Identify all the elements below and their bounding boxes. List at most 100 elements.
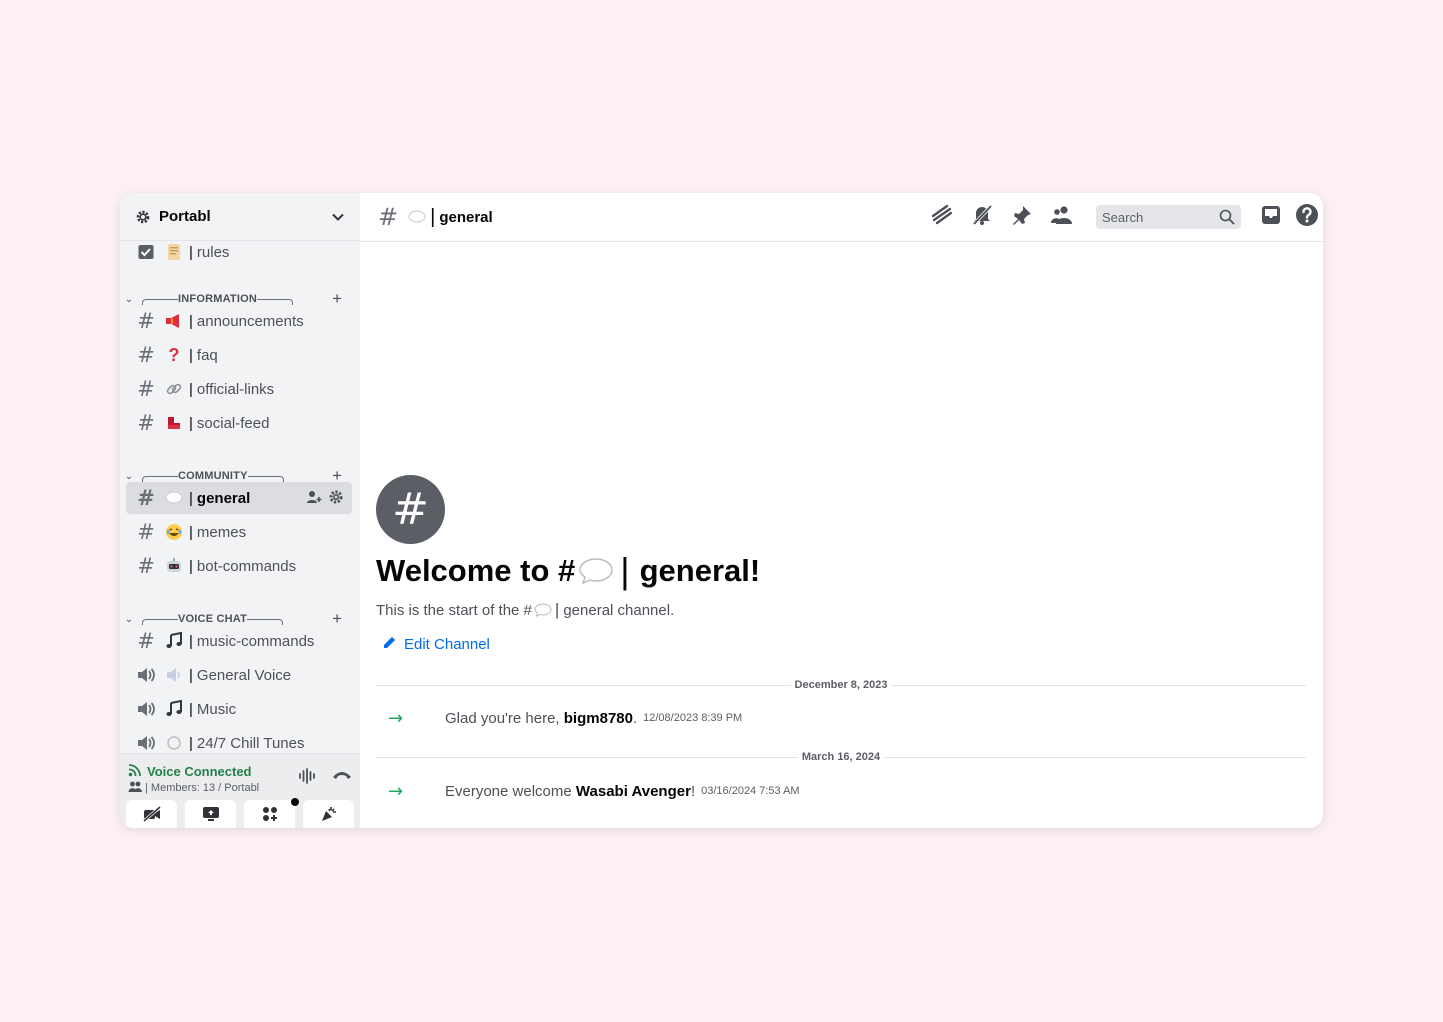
channel-music-commands[interactable]: # | music-commands	[126, 625, 352, 657]
channel-music[interactable]: | Music	[126, 693, 352, 725]
category-caret-icon: ⌄	[124, 613, 134, 625]
message-username[interactable]: Wasabi Avenger	[576, 783, 691, 800]
soundboard-button[interactable]	[303, 800, 354, 828]
system-message[interactable]: → Glad you're here, bigm8780 . 12/08/202…	[388, 707, 742, 729]
disconnect-icon[interactable]	[332, 768, 352, 789]
voice-channel-icon	[136, 665, 156, 685]
channel-title: general	[439, 208, 493, 226]
channel-name: faq	[196, 346, 218, 364]
voice-connection-panel: Voice Connected | Members: 13 / Portabl	[120, 753, 360, 828]
music-notes-icon	[164, 631, 184, 651]
channel-sidebar: Portabl | rules ⌄ INFORMATION + # | anno…	[120, 193, 360, 828]
join-arrow-icon: →	[388, 707, 404, 729]
channel-name: memes	[196, 523, 247, 541]
channel-list[interactable]: | rules ⌄ INFORMATION + # | announcement…	[120, 241, 360, 753]
system-message[interactable]: → Everyone welcome Wasabi Avenger ! 03/1…	[388, 780, 800, 802]
welcome-sub-suffix: general channel.	[563, 601, 675, 619]
create-invite-icon[interactable]	[306, 489, 322, 509]
search-icon	[1219, 209, 1235, 230]
camera-off-icon	[142, 805, 162, 828]
server-header[interactable]: Portabl	[120, 193, 360, 241]
camera-off-button[interactable]	[126, 800, 177, 828]
text-channel-icon: #	[137, 342, 155, 367]
notification-dot	[291, 798, 299, 806]
category-label: COMMUNITY	[178, 470, 248, 482]
channel-name: 24/7 Chill Tunes	[196, 734, 305, 752]
speech-bubble-icon	[164, 488, 184, 508]
message-text: Everyone welcome	[445, 782, 576, 800]
channel-social-feed[interactable]: # | social-feed	[126, 407, 352, 439]
text-channel-icon: #	[378, 203, 399, 231]
notifications-muted-button[interactable]	[962, 204, 1002, 230]
channel-name: General Voice	[196, 666, 292, 684]
channel-memes[interactable]: # | memes	[126, 516, 352, 548]
text-channel-icon: #	[137, 410, 155, 435]
search-box[interactable]	[1096, 205, 1241, 229]
search-input[interactable]	[1096, 205, 1216, 229]
channel-name: general	[196, 489, 251, 507]
noise-suppression-icon[interactable]	[298, 768, 318, 789]
channel-rules[interactable]: | rules	[126, 241, 352, 268]
chevron-down-icon[interactable]	[330, 209, 346, 225]
social-icon	[164, 413, 184, 433]
channel-announcements[interactable]: # | announcements	[126, 305, 352, 337]
link-icon	[164, 379, 184, 399]
date-divider-label: December 8, 2023	[794, 679, 888, 691]
channel-general[interactable]: # | general	[126, 482, 352, 514]
rules-checkbox-icon	[136, 242, 156, 262]
channel-name: announcements	[196, 312, 304, 330]
circle-icon	[164, 733, 184, 753]
server-settings-icon	[134, 208, 152, 226]
voice-connected-label: Voice Connected	[147, 764, 252, 779]
signal-icon	[128, 763, 143, 780]
discord-window: Portabl | rules ⌄ INFORMATION + # | anno…	[120, 193, 1323, 828]
threads-icon	[930, 204, 954, 231]
channel-faq[interactable]: # ? | faq	[126, 339, 352, 371]
channel-official-links[interactable]: # | official-links	[126, 373, 352, 405]
welcome-title-prefix: Welcome to #	[376, 553, 576, 588]
edit-channel-label: Edit Channel	[404, 636, 490, 653]
join-arrow-icon: →	[388, 780, 404, 802]
channel-chill-tunes[interactable]: | 24/7 Chill Tunes	[126, 727, 352, 753]
pin-icon	[1011, 204, 1033, 231]
date-divider-label: March 16, 2024	[801, 751, 881, 763]
channel-bot-commands[interactable]: # | bot-commands	[126, 550, 352, 582]
date-divider: March 16, 2024	[376, 750, 1306, 764]
edit-channel-link[interactable]: Edit Channel	[382, 635, 490, 654]
message-punct: !	[690, 782, 696, 800]
help-icon	[1295, 203, 1319, 232]
channel-name: bot-commands	[196, 557, 297, 575]
text-channel-icon: #	[137, 553, 155, 578]
welcome-title: Welcome to # | general!	[376, 550, 761, 591]
question-mark-icon: ?	[168, 344, 180, 365]
channel-name: rules	[196, 243, 230, 261]
inbox-button[interactable]	[1251, 204, 1291, 230]
channel-name: official-links	[196, 380, 275, 398]
voice-status[interactable]: Voice Connected	[128, 763, 252, 780]
threads-button[interactable]	[922, 204, 962, 230]
date-divider: December 8, 2023	[376, 678, 1307, 692]
message-username[interactable]: bigm8780	[564, 710, 633, 727]
speech-bubble-icon	[578, 557, 614, 585]
pencil-icon	[382, 635, 397, 654]
activities-button[interactable]	[244, 798, 299, 828]
category-label: VOICE CHAT	[178, 613, 248, 625]
music-notes-icon	[164, 699, 184, 719]
channel-name: music-commands	[196, 632, 315, 650]
member-list-button[interactable]	[1042, 204, 1082, 230]
screen-share-button[interactable]	[185, 800, 236, 828]
server-name: Portabl	[159, 208, 211, 225]
voice-channel-icon	[136, 699, 156, 719]
text-channel-icon: #	[137, 376, 155, 401]
help-button[interactable]	[1291, 203, 1323, 232]
channel-avatar-hash-icon: #	[376, 475, 445, 544]
inbox-icon	[1260, 204, 1282, 231]
pinned-messages-button[interactable]	[1002, 204, 1042, 230]
members-icon	[128, 781, 142, 795]
party-popper-icon	[320, 805, 338, 828]
channel-general-voice[interactable]: | General Voice	[126, 659, 352, 691]
speech-bubble-icon	[534, 603, 552, 617]
channel-settings-icon[interactable]	[328, 489, 344, 509]
category-caret-icon: ⌄	[124, 293, 134, 305]
category-caret-icon: ⌄	[124, 470, 134, 482]
